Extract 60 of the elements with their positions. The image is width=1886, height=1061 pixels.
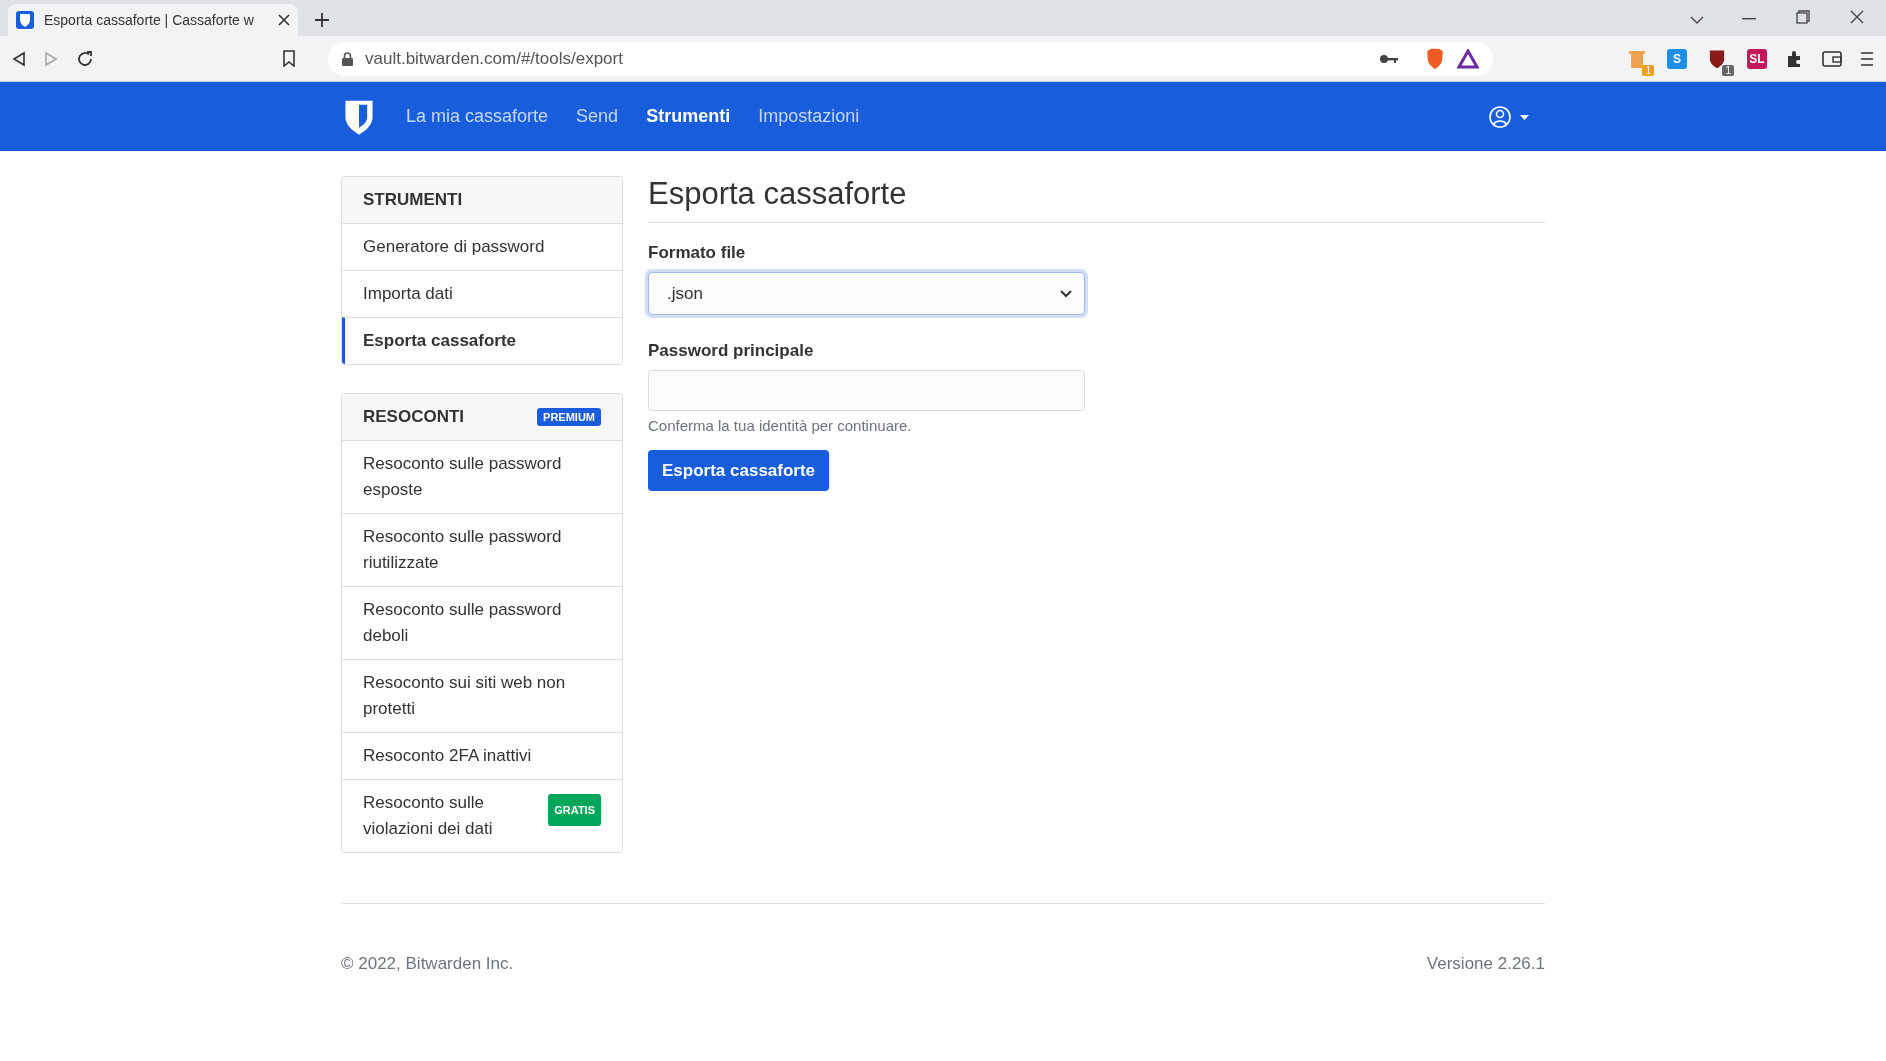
chevron-down-icon[interactable] (1690, 16, 1704, 24)
browser-tab[interactable]: Esporta cassaforte | Cassaforte w (8, 4, 298, 36)
chevron-down-icon (1060, 289, 1072, 298)
sidebar-item[interactable]: Resoconto sulle violazioni dei dati GRATIS (342, 779, 622, 852)
page-title: Esporta cassaforte (648, 176, 1545, 223)
close-icon[interactable] (1850, 10, 1864, 24)
card-title: RESOCONTI (363, 407, 465, 427)
url-text: vault.bitwarden.com/#/tools/export (365, 48, 624, 69)
minimize-icon[interactable] (1742, 18, 1756, 20)
account-menu-icon[interactable] (1488, 104, 1530, 129)
sidebar-item[interactable]: Resoconto sulle password deboli (342, 586, 622, 659)
format-select[interactable]: .json (648, 272, 1085, 315)
item-label: Resoconto sulle password riutilizzate (363, 526, 563, 574)
nav-link[interactable]: Send (576, 106, 619, 127)
field-hint: Conferma la tua identità per continuare. (648, 417, 913, 434)
sidebar-item[interactable]: Esporta cassaforte (342, 317, 622, 364)
field-label: Password principale (648, 341, 815, 361)
wallet-icon[interactable] (1822, 50, 1842, 67)
item-label: Resoconto sulle password deboli (363, 599, 563, 647)
item-label: Importa dati (363, 283, 453, 305)
sidebar-item[interactable]: Resoconto sui siti web non protetti (342, 659, 622, 732)
back-icon[interactable] (12, 50, 26, 67)
sidebar-item[interactable]: Generatore di password (342, 224, 622, 270)
item-label: Resoconto sui siti web non protetti (363, 672, 567, 720)
close-icon[interactable] (278, 14, 290, 26)
sidebar-item[interactable]: Resoconto 2FA inattivi (342, 732, 622, 779)
new-tab-button[interactable] (314, 12, 330, 28)
reload-icon[interactable] (76, 49, 94, 68)
field-label: Formato file (648, 243, 747, 263)
card-title: STRUMENTI (363, 190, 463, 210)
extension-badge: 1 (1642, 64, 1654, 76)
version-text: Versione 2.26.1 (1426, 954, 1545, 974)
sidebar-item[interactable]: Resoconto sulle password riutilizzate (342, 513, 622, 586)
lock-icon (342, 51, 353, 66)
export-button[interactable]: Esporta cassaforte (648, 450, 830, 491)
copyright-text: © 2022, Bitwarden Inc. (341, 954, 514, 974)
shield-icon[interactable] (1708, 48, 1726, 69)
key-icon[interactable] (1379, 53, 1399, 64)
nav-link[interactable]: Impostazioni (758, 106, 860, 127)
menu-icon[interactable] (1860, 50, 1874, 67)
tab-title: Esporta cassaforte | Cassaforte w (44, 12, 255, 28)
item-label: Generatore di password (363, 236, 545, 258)
nav-link[interactable]: La mia cassaforte (406, 106, 549, 127)
item-label: Esporta cassaforte (363, 330, 517, 352)
password-field[interactable] (648, 370, 1085, 411)
triangle-icon[interactable] (1457, 48, 1479, 69)
sidebar-item[interactable]: Importa dati (342, 270, 622, 317)
sidebar-item[interactable]: Resoconto sulle password esposte (342, 441, 622, 513)
premium-label: PREMIUM (537, 408, 601, 426)
bookmark-icon[interactable] (282, 50, 296, 67)
address-bar[interactable]: vault.bitwarden.com/#/tools/export (328, 41, 1493, 76)
item-label: Resoconto 2FA inattivi (363, 745, 532, 767)
extension-badge: 1 (1722, 64, 1734, 76)
item-label: Resoconto sulle password esposte (363, 453, 563, 501)
item-label: Resoconto sulle violazioni dei dati (363, 792, 494, 840)
free-label: GRATIS (548, 794, 601, 826)
shield-logo-icon (16, 11, 34, 29)
nav-link[interactable]: Strumenti (646, 106, 731, 127)
extension-icon[interactable]: SL (1747, 48, 1767, 69)
restore-icon[interactable] (1796, 10, 1810, 24)
